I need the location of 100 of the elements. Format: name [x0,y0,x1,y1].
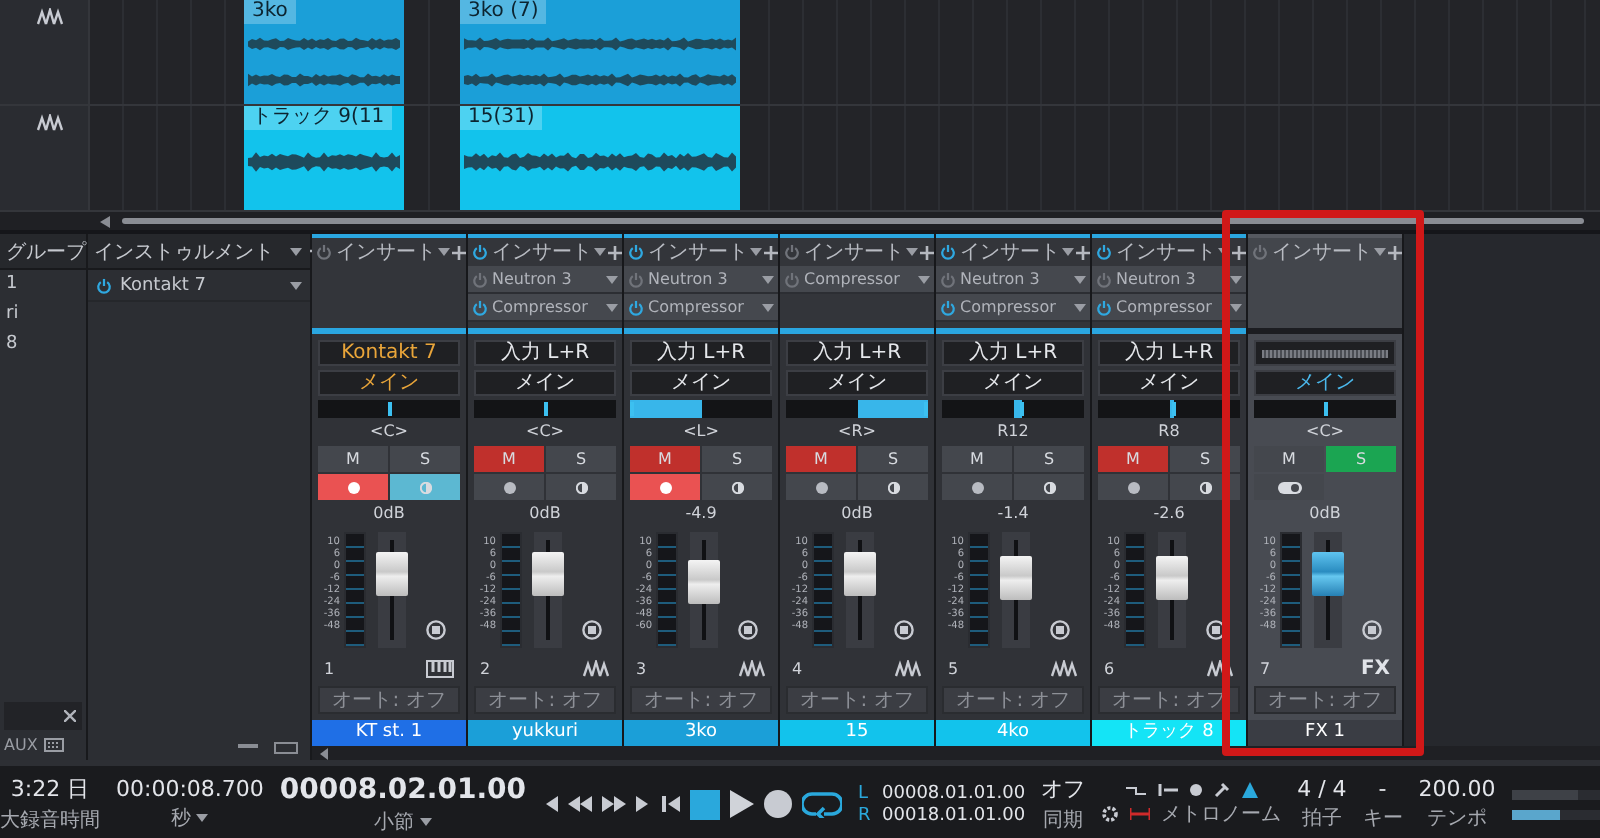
pan-slider[interactable] [318,400,460,418]
fader-handle[interactable] [844,552,876,597]
insert-slot[interactable]: Compressor [936,294,1090,322]
mute-button[interactable]: M [318,446,388,472]
next-icon[interactable] [636,794,653,814]
plus-icon[interactable] [1232,245,1246,259]
input-selector[interactable]: 入力 L+R [474,340,616,366]
automation-mode-button[interactable]: オート: オフ [474,686,616,714]
caret-icon[interactable] [1374,248,1386,256]
scrollbar[interactable] [122,218,1584,224]
play-button[interactable] [730,790,755,818]
plus-icon[interactable] [452,245,466,259]
channel-name[interactable]: FX 1 [1248,720,1402,746]
caret-icon[interactable] [606,303,618,311]
link-icon[interactable] [893,620,913,640]
caret-icon[interactable] [438,248,450,256]
solo-button[interactable]: S [1014,446,1084,472]
monitor-button[interactable] [1014,474,1084,500]
automation-mode-button[interactable]: オート: オフ [942,686,1084,714]
audio-clip[interactable]: トラック 9(11 [244,106,404,210]
monitor-toggle[interactable] [1254,474,1324,500]
range-icon[interactable] [1129,807,1150,819]
caret-icon[interactable] [1074,275,1086,283]
caret-icon[interactable] [906,248,918,256]
rewind-icon[interactable] [568,794,593,814]
monitor-button[interactable] [702,474,772,500]
channel-name[interactable]: KT st. 1 [312,720,466,746]
mute-button[interactable]: M [1254,446,1324,472]
wrench-icon[interactable] [1213,781,1230,797]
input-selector[interactable]: 入力 L+R [630,340,772,366]
power-icon[interactable] [940,244,956,260]
record-button[interactable] [764,790,793,818]
audio-clip[interactable]: 15(31) [460,106,740,210]
caret-icon[interactable] [762,303,774,311]
fader-handle[interactable] [532,552,564,597]
link-icon[interactable] [1049,620,1069,640]
record-arm-button[interactable] [474,474,544,500]
insert-slot[interactable]: Compressor [780,266,934,294]
link-icon[interactable] [425,620,445,640]
pan-slider[interactable] [942,400,1084,418]
clear-icon[interactable] [64,710,76,722]
record-arm-button[interactable] [630,474,700,500]
metronome-icon[interactable] [1241,781,1258,797]
solo-button[interactable]: S [702,446,772,472]
caret-icon[interactable] [762,275,774,283]
caret-icon[interactable] [606,275,618,283]
mute-button[interactable]: M [942,446,1012,472]
aux-tab[interactable]: AUX [4,736,38,754]
link-icon[interactable] [1361,620,1381,640]
precount-icon[interactable] [1157,783,1178,795]
plus-icon[interactable] [1388,245,1402,259]
power-icon[interactable] [1096,244,1112,260]
fader-handle[interactable] [1156,556,1188,601]
link-icon[interactable] [1205,620,1225,640]
audio-clip[interactable]: 3ko [244,0,404,104]
track-list-item[interactable]: ri [0,300,86,330]
record-arm-button[interactable] [318,474,388,500]
power-icon[interactable] [1096,299,1112,315]
output-selector[interactable]: メイン [318,370,460,396]
caret-icon[interactable] [290,247,302,255]
return-to-start-icon[interactable] [662,794,681,814]
fader-handle[interactable] [688,560,720,605]
insert-slot[interactable]: Compressor [468,294,622,322]
record-arm-button[interactable] [942,474,1012,500]
insert-slot[interactable]: Neutron 3 [468,266,622,294]
solo-button[interactable]: S [390,446,460,472]
power-icon[interactable] [628,299,644,315]
plus-icon[interactable] [764,245,778,259]
output-selector[interactable]: メイン [1254,370,1396,396]
power-icon[interactable] [940,299,956,315]
monitor-button[interactable] [546,474,616,500]
insert-slot[interactable]: Compressor [1092,294,1246,322]
output-selector[interactable]: メイン [942,370,1084,396]
caret-icon[interactable] [1230,275,1242,283]
plus-icon[interactable] [1076,245,1090,259]
click-icon[interactable] [1125,783,1146,795]
insert-slot[interactable]: Compressor [624,294,778,322]
input-selector[interactable]: Kontakt 7 [318,340,460,366]
mute-button[interactable]: M [630,446,700,472]
track-list-item[interactable]: 8 [0,330,86,360]
insert-slot[interactable]: Neutron 3 [624,266,778,294]
track-list-item[interactable]: 1 [0,270,86,300]
insert-slot[interactable]: Neutron 3 [936,266,1090,294]
caret-icon[interactable] [1230,303,1242,311]
automation-mode-button[interactable]: オート: オフ [1254,686,1396,714]
keyboard-icon[interactable] [43,738,64,752]
record-arm-button[interactable] [1098,474,1168,500]
expand-icon[interactable] [274,742,298,754]
settings-icon[interactable] [1101,805,1118,821]
caret-icon[interactable] [1074,303,1086,311]
caret-icon[interactable] [918,275,930,283]
insert-slot[interactable]: Neutron 3 [1092,266,1246,294]
mute-button[interactable]: M [474,446,544,472]
stop-button[interactable] [690,789,721,819]
record-arm-button[interactable] [786,474,856,500]
automation-mode-button[interactable]: オート: オフ [786,686,928,714]
fast-forward-icon[interactable] [602,794,627,814]
input-selector[interactable]: 入力 L+R [942,340,1084,366]
link-icon[interactable] [737,620,757,640]
input-selector[interactable]: 入力 L+R [1098,340,1240,366]
